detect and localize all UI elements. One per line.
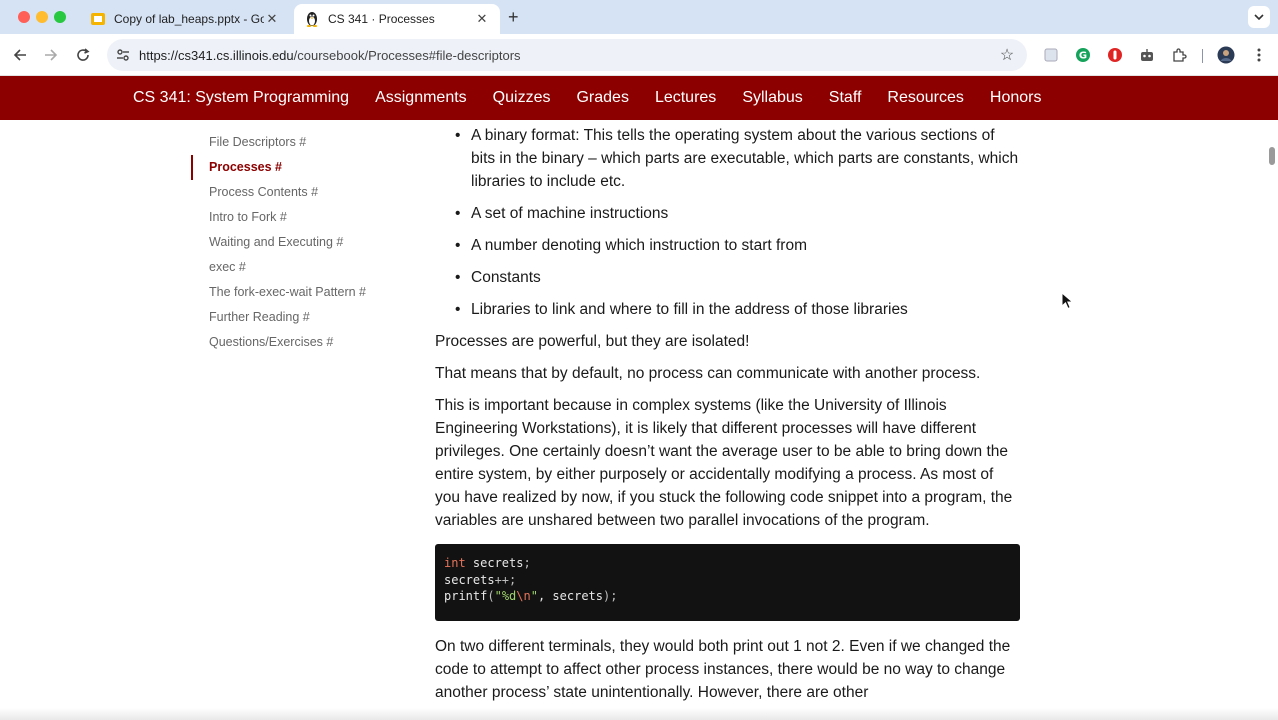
code-text: secrets	[465, 556, 524, 570]
close-tab-icon[interactable]: ✕	[474, 11, 490, 27]
page-scrollbar-thumb[interactable]	[1269, 147, 1275, 165]
tab-search-chevron-icon[interactable]	[1248, 6, 1270, 28]
google-slides-icon	[90, 11, 106, 27]
list-item: Constants	[435, 266, 1020, 289]
svg-text:G: G	[1079, 51, 1087, 62]
tab-lab-heaps[interactable]: Copy of lab_heaps.pptx - Goo ✕	[80, 4, 290, 34]
site-settings-icon[interactable]	[115, 47, 131, 63]
toc-processes[interactable]: Processes #	[191, 155, 411, 180]
nav-honors[interactable]: Honors	[990, 89, 1042, 107]
list-item: A number denoting which instruction to s…	[435, 234, 1020, 257]
code-string: "	[530, 589, 538, 603]
profile-avatar-icon[interactable]	[1217, 46, 1235, 64]
back-arrow-icon[interactable]	[9, 44, 31, 66]
bottom-shadow	[0, 708, 1278, 720]
code-snippet[interactable]: int secrets; secrets++; printf("%d\n", s…	[435, 544, 1020, 621]
toc-fork-exec-wait-pattern[interactable]: The fork-exec-wait Pattern #	[191, 280, 411, 305]
reload-icon[interactable]	[72, 44, 94, 66]
tab-title: Copy of lab_heaps.pptx - Goo	[114, 12, 264, 26]
extensions-puzzle-icon[interactable]	[1170, 46, 1188, 64]
forward-arrow-icon[interactable]	[40, 44, 62, 66]
list-item: A binary format: This tells the operatin…	[435, 124, 1020, 193]
nav-resources[interactable]: Resources	[887, 89, 963, 107]
code-escape: \n	[516, 589, 531, 603]
nav-syllabus[interactable]: Syllabus	[742, 89, 802, 107]
nav-lectures[interactable]: Lectures	[655, 89, 716, 107]
paragraph: This is important because in complex sys…	[435, 397, 1013, 529]
process-contents-list: A binary format: This tells the operatin…	[435, 124, 1020, 321]
new-tab-button[interactable]: +	[508, 7, 519, 28]
code-text: , secrets	[537, 589, 603, 603]
tab-cs341-processes[interactable]: CS 341 · Processes ✕	[294, 4, 500, 34]
paragraph: Processes are powerful, but they are iso…	[435, 333, 750, 350]
paragraph: On two different terminals, they would b…	[435, 638, 1011, 701]
code-punct: ++;	[494, 572, 517, 587]
url-text: https://cs341.cs.illinois.edu/coursebook…	[139, 48, 995, 63]
maximize-window-button[interactable]	[54, 11, 66, 23]
nav-quizzes[interactable]: Quizzes	[493, 89, 551, 107]
toolbar-divider	[1202, 49, 1203, 63]
adblock-icon[interactable]	[1106, 46, 1124, 64]
linux-penguin-icon	[304, 11, 320, 27]
minimize-window-button[interactable]	[36, 11, 48, 23]
grammarly-icon[interactable]: G	[1074, 46, 1092, 64]
bookmark-star-icon[interactable]: ☆	[995, 45, 1019, 65]
code-punct: ;	[523, 556, 531, 570]
extension-puzzle-grid-icon[interactable]	[1042, 46, 1060, 64]
toc-waiting-and-executing[interactable]: Waiting and Executing #	[191, 230, 411, 255]
list-item: Libraries to link and where to fill in t…	[435, 298, 1020, 321]
url-host: https://cs341.cs.illinois.edu	[139, 47, 294, 63]
code-text: secrets	[444, 572, 495, 587]
nav-assignments[interactable]: Assignments	[375, 89, 467, 107]
toc-file-descriptors[interactable]: File Descriptors #	[191, 130, 411, 155]
browser-menu-kebab-icon[interactable]	[1250, 46, 1268, 64]
list-item: A set of machine instructions	[435, 202, 1020, 225]
toc-intro-to-fork[interactable]: Intro to Fork #	[191, 205, 411, 230]
code-punct: (	[487, 589, 495, 603]
nav-staff[interactable]: Staff	[829, 89, 862, 107]
close-window-button[interactable]	[18, 11, 30, 23]
site-brand-link[interactable]: CS 341: System Programming	[133, 89, 349, 107]
browser-tab-strip: Copy of lab_heaps.pptx - Goo ✕ CS 341 · …	[0, 0, 1278, 34]
tab-title: CS 341 · Processes	[328, 12, 435, 26]
address-bar[interactable]: https://cs341.cs.illinois.edu/coursebook…	[107, 39, 1027, 71]
toc-exec[interactable]: exec #	[191, 255, 411, 280]
nav-grades[interactable]: Grades	[576, 89, 628, 107]
toc-questions-exercises[interactable]: Questions/Exercises #	[191, 330, 411, 355]
table-of-contents: File Descriptors # Processes # Process C…	[191, 130, 411, 355]
code-keyword: int	[444, 556, 466, 570]
code-function: printf	[444, 589, 488, 603]
browser-toolbar: https://cs341.cs.illinois.edu/coursebook…	[0, 34, 1278, 76]
code-string: "%d	[494, 589, 517, 603]
url-path: /coursebook/Processes#file-descriptors	[293, 47, 521, 63]
close-tab-icon[interactable]: ✕	[264, 11, 280, 27]
toc-process-contents[interactable]: Process Contents #	[191, 180, 411, 205]
mouse-cursor-icon	[1061, 292, 1074, 310]
robot-extension-icon[interactable]	[1138, 46, 1156, 64]
toc-further-reading[interactable]: Further Reading #	[191, 305, 411, 330]
code-punct: );	[603, 589, 618, 603]
article-content: A binary format: This tells the operatin…	[435, 124, 1020, 713]
site-navbar: CS 341: System Programming Assignments Q…	[0, 76, 1278, 120]
paragraph: That means that by default, no process c…	[435, 365, 981, 382]
